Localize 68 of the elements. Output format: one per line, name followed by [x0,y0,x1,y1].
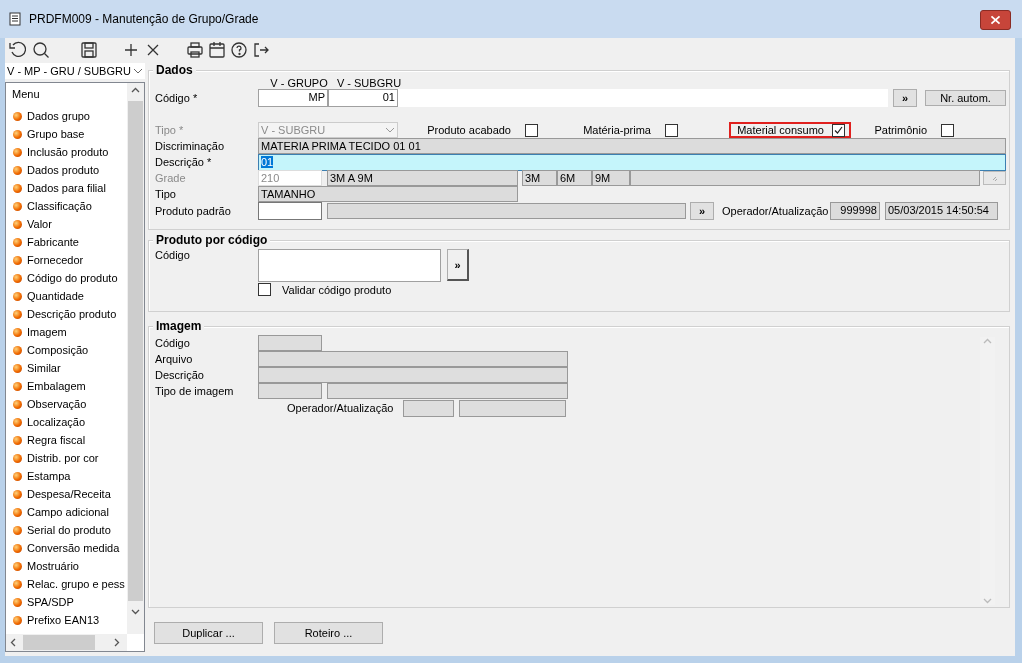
input-field[interactable]: MP [258,89,328,107]
field-label: Arquivo [155,353,194,365]
view-dropdown[interactable]: V - MP - GRU / SUBGRU [5,63,145,79]
menu-item[interactable]: Composição [10,341,127,359]
menu-item[interactable]: Fornecedor [10,251,127,269]
field-label: Tipo * [155,124,185,136]
action-button[interactable]: Roteiro ... [274,622,383,644]
input-field[interactable]: MATERIA PRIMA TECIDO 01 01 [258,138,1006,154]
input-field[interactable]: TAMANHO [258,186,518,202]
field-label: Tipo de imagem [155,385,235,397]
more-button[interactable]: » [893,89,917,107]
field-label: Operador/Atualização [722,205,830,217]
menu-item[interactable]: Similar [10,359,127,377]
field-label: Grade [155,172,187,184]
checkbox-label: Matéria-prima [583,124,651,136]
field-label: Discriminação [155,140,226,152]
menu-item[interactable]: Dados para filial [10,179,127,197]
menu-item[interactable]: Serial do produto [10,521,127,539]
menu-item[interactable]: Prefixo EAN13 [10,611,127,629]
field-label: Tipo [155,188,177,200]
input-field[interactable]: 999998 [830,202,880,220]
menu-item[interactable]: Descrição produto [10,305,127,323]
section-title: Imagem [153,319,205,333]
menu-item[interactable]: Conversão medida [10,539,127,557]
field-label: Descrição * [155,156,213,168]
menu-item[interactable]: Quantidade [10,287,127,305]
menu-item[interactable]: Regra fiscal [10,431,127,449]
input-field[interactable]: 01 [328,89,398,107]
column-header: V - GRUPO [269,77,329,89]
section-title: Dados [153,63,196,77]
more-button[interactable]: » [447,249,469,281]
menu-item[interactable]: Distrib. por cor [10,449,127,467]
section-title: Produto por código [153,233,271,247]
field-label: Produto padrão [155,205,232,217]
column-header: V - SUBGRU [335,77,403,89]
menu-item[interactable]: Observação [10,395,127,413]
field-label: Operador/Atualização [287,402,395,414]
menu-item[interactable]: Dados produto [10,161,127,179]
menu-item[interactable]: Dados grupo [10,107,127,125]
menu-item[interactable]: Grupo base [10,125,127,143]
menu-item[interactable]: Valor [10,215,127,233]
menu-header: Menu [11,87,41,102]
menu-item[interactable]: Imagem [10,323,127,341]
checkbox-label: Validar código produto [282,283,392,296]
field-label: Código [155,249,191,261]
menu-item[interactable]: Estampa [10,467,127,485]
more-button[interactable]: » [690,202,714,220]
menu-item[interactable]: Classificação [10,197,127,215]
window-title: PRDFM009 - Manutenção de Grupo/Grade [29,12,259,26]
input-field[interactable]: 05/03/2015 14:50:54 [885,202,998,220]
checkbox-label: Material consumo [737,124,824,136]
menu-item[interactable]: Fabricante [10,233,127,251]
menu-item[interactable]: Mostruário [10,557,127,575]
checkbox-label: Produto acabado [427,124,511,136]
auto-number-button[interactable]: Nr. autom. [925,90,1006,106]
field-label: Código [155,337,191,349]
menu-item[interactable]: Inclusão produto [10,143,127,161]
field-label: Descrição [155,369,205,381]
menu-item[interactable]: Embalagem [10,377,127,395]
menu-item[interactable]: Código do produto [10,269,127,287]
checkbox-label: Patrimônio [874,124,927,136]
action-button[interactable]: Duplicar ... [154,622,263,644]
field-label: Código * [155,92,199,104]
menu-item[interactable]: SPA/SDP [10,593,127,611]
menu-item[interactable]: Campo adicional [10,503,127,521]
menu-item[interactable]: Localização [10,413,127,431]
menu-item[interactable]: Despesa/Receita [10,485,127,503]
menu-item[interactable]: Relac. grupo e pess [10,575,127,593]
